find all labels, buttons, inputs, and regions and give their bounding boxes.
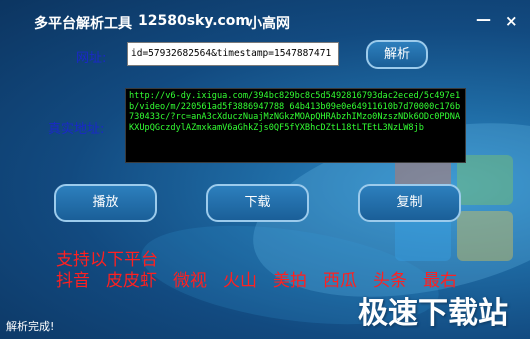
copy-button[interactable]: 复制 (358, 184, 461, 222)
close-button[interactable]: × (505, 14, 518, 29)
play-button[interactable]: 播放 (54, 184, 157, 222)
url-input[interactable]: id=57932682564&timestamp=1547887471 (127, 42, 339, 66)
platform-item: 火山 (223, 271, 257, 291)
site-name: 12580sky.com (138, 13, 251, 29)
minimize-button[interactable]: — (476, 12, 491, 27)
parse-button[interactable]: 解析 (366, 40, 428, 69)
status-text: 解析完成! (6, 320, 55, 333)
platform-item: 微视 (173, 271, 207, 291)
app-title: 多平台解析工具 (34, 16, 132, 32)
watermark-logo: 极速下载站 (358, 296, 508, 331)
platform-item: 美拍 (273, 271, 307, 291)
title-bar[interactable]: 多平台解析工具 12580sky.com 小高网 — × (0, 0, 530, 40)
author-name: 小高网 (248, 16, 290, 32)
url-label: 网址: (76, 51, 107, 66)
real-address-output[interactable]: http://v6-dy.ixigua.com/394bc829bc8c5d54… (125, 88, 466, 163)
download-button[interactable]: 下载 (206, 184, 309, 222)
platform-item: 皮皮虾 (106, 271, 157, 291)
platform-item: 西瓜 (323, 271, 357, 291)
real-address-label: 真实地址: (48, 122, 105, 137)
platform-item: 抖音 (56, 271, 90, 291)
app-window: 多平台解析工具 12580sky.com 小高网 — × 网址: id=5793… (0, 0, 530, 339)
